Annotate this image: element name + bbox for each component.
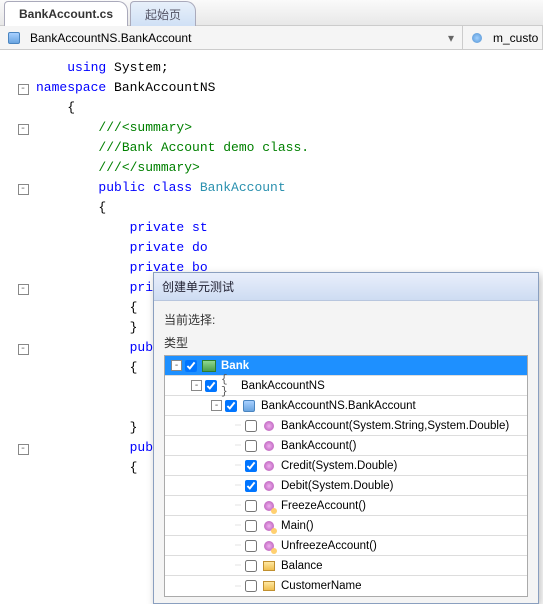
- smethod-icon: [261, 539, 277, 553]
- tree-node[interactable]: ⋯CustomerName: [165, 576, 527, 596]
- chevron-down-icon[interactable]: ▾: [446, 31, 456, 45]
- tree-node[interactable]: ⋯BankAccount(System.String,System.Double…: [165, 416, 527, 436]
- class-icon: [241, 399, 257, 413]
- outline-collapse[interactable]: -: [18, 284, 29, 295]
- tree-node-label: Balance: [281, 560, 323, 572]
- tree-checkbox[interactable]: [245, 500, 257, 512]
- tree-node-label: Credit(System.Double): [281, 460, 397, 472]
- tree-node-label: FreezeAccount(): [281, 500, 366, 512]
- tree-checkbox[interactable]: [185, 360, 197, 372]
- breadcrumb-member-label: m_custo: [493, 31, 538, 45]
- tree-node[interactable]: ⋯Credit(System.Double): [165, 456, 527, 476]
- outline-collapse[interactable]: -: [18, 184, 29, 195]
- tree-node[interactable]: ⋯BankAccount(): [165, 436, 527, 456]
- dialog-title: 创建单元测试: [154, 273, 538, 301]
- tab-file-active[interactable]: BankAccount.cs: [4, 1, 128, 26]
- outline-collapse[interactable]: -: [18, 124, 29, 135]
- breadcrumb-member[interactable]: m_custo: [463, 26, 543, 49]
- tree-node-label: Debit(System.Double): [281, 480, 393, 492]
- outline-collapse[interactable]: -: [18, 84, 29, 95]
- method-icon: [261, 439, 277, 453]
- tree-checkbox[interactable]: [245, 520, 257, 532]
- tree-node[interactable]: ⋯UnfreezeAccount(): [165, 536, 527, 556]
- tree-checkbox[interactable]: [245, 440, 257, 452]
- tree-checkbox[interactable]: [245, 560, 257, 572]
- tree-node-label: Bank: [221, 360, 249, 372]
- outline-collapse[interactable]: -: [18, 444, 29, 455]
- create-unit-test-dialog: 创建单元测试 当前选择: 类型 - Bank - { } BankAccountNS - B…: [153, 272, 539, 604]
- outline-collapse[interactable]: -: [18, 344, 29, 355]
- tree-node[interactable]: ⋯Balance: [165, 556, 527, 576]
- tree-checkbox[interactable]: [205, 380, 217, 392]
- tab-start-page[interactable]: 起始页: [130, 1, 196, 26]
- tree-node[interactable]: - { } BankAccountNS: [165, 376, 527, 396]
- method-icon: [261, 419, 277, 433]
- tree-expander[interactable]: -: [191, 380, 202, 391]
- tree-node[interactable]: - BankAccountNS.BankAccount: [165, 396, 527, 416]
- tree-node[interactable]: - Bank: [165, 356, 527, 376]
- method-icon: [261, 459, 277, 473]
- tree-node[interactable]: ⋯Main(): [165, 516, 527, 536]
- tree-node[interactable]: ⋯FreezeAccount(): [165, 496, 527, 516]
- current-selection-label: 当前选择:: [164, 311, 528, 328]
- tree-checkbox[interactable]: [245, 540, 257, 552]
- tree-checkbox[interactable]: [245, 460, 257, 472]
- tree-node-label: UnfreezeAccount(): [281, 540, 377, 552]
- tree-node-label: BankAccountNS.BankAccount: [261, 400, 416, 412]
- tree-node-label: Main(): [281, 520, 314, 532]
- tree-checkbox[interactable]: [225, 400, 237, 412]
- tree-node-label: BankAccount(System.String,System.Double): [281, 420, 509, 432]
- type-tree[interactable]: - Bank - { } BankAccountNS - BankAccountNS.Ban…: [164, 355, 528, 597]
- prop-icon: [261, 579, 277, 593]
- prop-icon: [261, 559, 277, 573]
- class-icon: [6, 31, 22, 45]
- breadcrumb-class-label: BankAccountNS.BankAccount: [30, 31, 442, 45]
- tree-checkbox[interactable]: [245, 480, 257, 492]
- tree-checkbox[interactable]: [245, 420, 257, 432]
- tree-node-label: BankAccountNS: [241, 380, 325, 392]
- smethod-icon: [261, 499, 277, 513]
- tree-node-label: BankAccount(): [281, 440, 356, 452]
- type-group-label: 类型: [164, 334, 528, 351]
- ns-icon: { }: [221, 379, 237, 393]
- tree-node[interactable]: ⋯Debit(System.Double): [165, 476, 527, 496]
- tree-expander[interactable]: -: [211, 400, 222, 411]
- smethod-icon: [261, 519, 277, 533]
- method-icon: [261, 479, 277, 493]
- tab-bar: BankAccount.cs 起始页: [0, 0, 543, 26]
- field-icon: [469, 31, 485, 45]
- proj-icon: [201, 359, 217, 373]
- tree-node-label: CustomerName: [281, 580, 362, 592]
- tree-checkbox[interactable]: [245, 580, 257, 592]
- breadcrumb-class[interactable]: BankAccountNS.BankAccount ▾: [0, 26, 463, 49]
- tree-expander[interactable]: -: [171, 360, 182, 371]
- breadcrumb: BankAccountNS.BankAccount ▾ m_custo: [0, 26, 543, 50]
